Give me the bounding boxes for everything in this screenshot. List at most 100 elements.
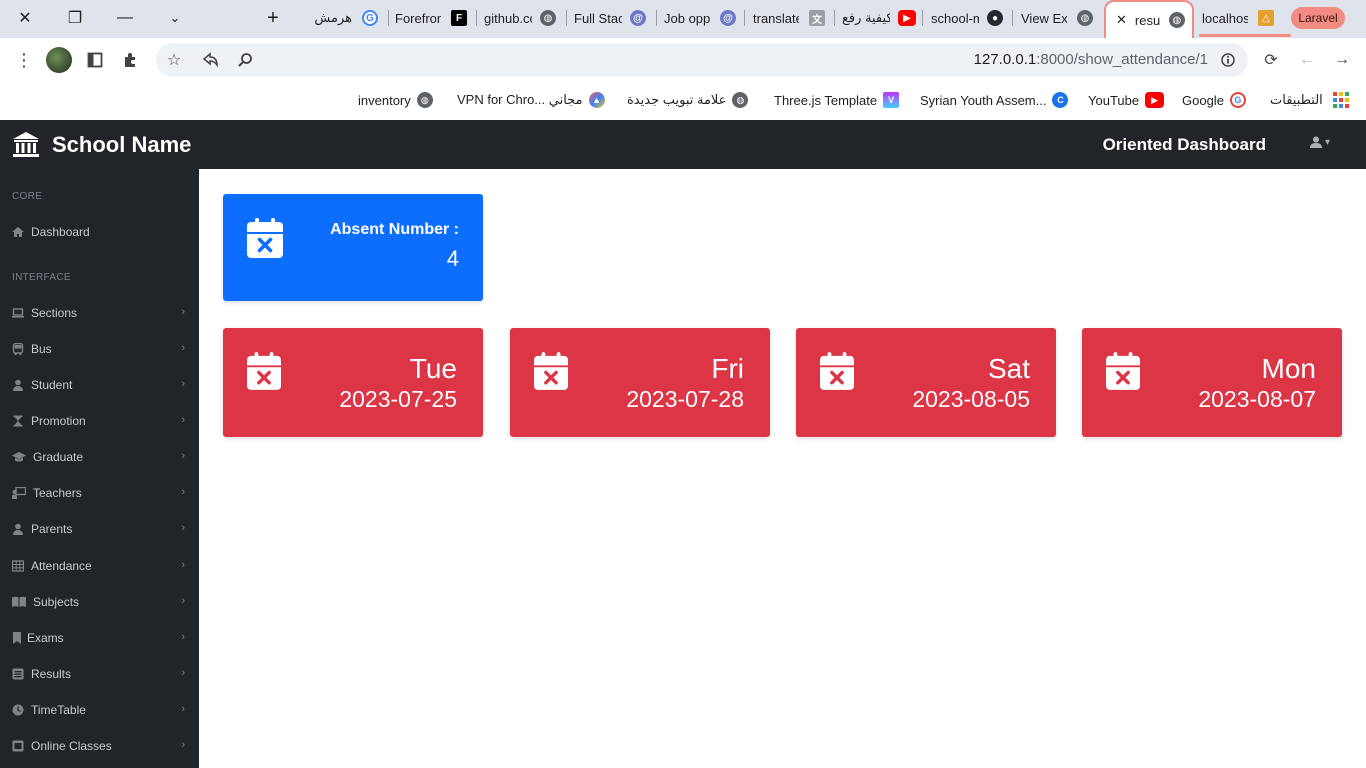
back-arrow-icon[interactable]: ← (1293, 46, 1321, 74)
absent-count-label: Absent Number : (330, 221, 459, 238)
sidebar-item-attendance[interactable]: Attendance › (12, 556, 187, 576)
brand-link[interactable]: School Name (12, 131, 191, 159)
user-icon (12, 379, 24, 391)
sidebar-item-bus[interactable]: Bus › (12, 339, 187, 359)
brand-name: School Name (52, 132, 192, 157)
user-icon (1309, 136, 1322, 148)
sidebar-item-graduate[interactable]: Graduate › (12, 447, 187, 467)
absence-date: 2023-08-07 (1198, 386, 1316, 412)
extensions-puzzle-icon[interactable] (116, 46, 144, 74)
share-icon[interactable] (196, 46, 224, 74)
address-bar[interactable]: ☆ 127.0.0.1:8000/show_attendance/1 (156, 43, 1248, 77)
user-icon (12, 523, 24, 535)
minimize-window-icon[interactable]: — (100, 0, 150, 36)
user-dropdown-toggle[interactable]: ▾ (1309, 136, 1330, 148)
tab-11[interactable]: localhost △ (1202, 0, 1278, 36)
globe-icon: ◍ (416, 92, 433, 108)
absence-card: Fri 2023-07-28 (510, 328, 770, 437)
sidebar-item-exams[interactable]: Exams › (12, 628, 187, 648)
chevron-right-icon: › (181, 450, 185, 462)
github-icon: ● (987, 10, 1003, 26)
calendar-x-icon (534, 352, 568, 390)
chevron-right-icon: › (181, 486, 185, 498)
calendar-x-icon (247, 218, 283, 258)
sidebar-item-student[interactable]: Student › (12, 375, 187, 395)
school-building-icon (13, 132, 39, 157)
url-text[interactable]: 127.0.0.1:8000/show_attendance/1 (974, 51, 1208, 68)
bookmark-label: VPN for Chro... مجاني (457, 92, 583, 107)
sidebar-item-results[interactable]: Results › (12, 664, 187, 684)
tab-1[interactable]: هرمش G (300, 0, 380, 36)
tab-group-laravel[interactable]: Laravel (1291, 7, 1345, 29)
bookmark-inventory[interactable]: inventory ◍ (358, 92, 433, 108)
laravel-logo-icon: △ (1258, 10, 1274, 26)
chevron-right-icon: › (181, 703, 185, 715)
bookmark-apps[interactable]: التطبيقات (1270, 92, 1349, 108)
sidebar-item-parents[interactable]: Parents › (12, 519, 187, 539)
reload-icon[interactable]: ⟳ (1257, 46, 1285, 74)
new-tab-plus-icon[interactable]: + (248, 0, 298, 36)
sidebar-item-label: Dashboard (31, 225, 90, 239)
chevron-right-icon: › (181, 559, 185, 571)
tab-9[interactable]: View Ex ◍ (1021, 0, 1097, 36)
globe-icon: ◍ (1168, 12, 1185, 28)
app-top-navbar: School Name Oriented Dashboard ▾ (0, 120, 1366, 169)
zoom-search-icon[interactable] (231, 46, 259, 74)
browser-tab-strip: ✕ ❐ — ⌄ + هرمش G Forefront F github.com … (0, 0, 1366, 38)
close-window-icon[interactable]: ✕ (0, 0, 50, 36)
tab-10-active[interactable]: ✕ resu ◍ (1104, 0, 1194, 38)
sidebar-item-label: Exams (27, 631, 64, 645)
bookmark-new-tab[interactable]: علامة تبويب جديدة ◍ (627, 92, 749, 108)
caret-down-icon: ▾ (1324, 136, 1330, 148)
absence-day: Sat (987, 353, 1030, 384)
bookmark-label: Syrian Youth Assem... (920, 92, 1047, 108)
sidebar-item-dashboard[interactable]: Dashboard (12, 222, 187, 242)
globe-icon: ◍ (540, 10, 556, 26)
side-panel-icon[interactable] (81, 46, 109, 74)
url-path: :8000/show_attendance/1 (1036, 51, 1208, 68)
book-open-icon (12, 596, 26, 608)
bookmark-star-icon[interactable]: ☆ (160, 46, 188, 74)
bookmark-youtube[interactable]: YouTube ▶ (1088, 92, 1165, 108)
tab-title: كيفية رفع (842, 10, 890, 25)
sidebar-item-online-classes[interactable]: Online Classes › (12, 736, 187, 756)
site-info-icon[interactable] (1214, 46, 1242, 74)
restore-window-icon[interactable]: ❐ (50, 0, 100, 36)
tab-title: localhost (1202, 10, 1248, 26)
profile-avatar[interactable] (45, 46, 73, 74)
sidebar-item-label: Sections (31, 306, 78, 320)
tab-6[interactable]: translate 文 (753, 0, 829, 36)
absence-card: Mon 2023-08-07 (1082, 328, 1342, 437)
tab-8[interactable]: school-m ● (931, 0, 1007, 36)
tab-5[interactable]: Job opp @ (664, 0, 740, 36)
chevron-right-icon: › (181, 522, 185, 534)
sidebar-item-label: Graduate (33, 450, 84, 464)
youtube-icon: ▶ (898, 10, 916, 26)
tab-search-chevron-icon[interactable]: ⌄ (150, 0, 200, 36)
absence-date: 2023-08-05 (912, 386, 1030, 412)
tab-2[interactable]: Forefront F (395, 0, 471, 36)
translate-icon: 文 (809, 10, 825, 26)
bookmark-vpn[interactable]: VPN for Chro... مجاني ▲ (457, 92, 605, 108)
close-tab-icon[interactable]: ✕ (1116, 12, 1127, 28)
tab-4[interactable]: Full Stack @ (574, 0, 650, 36)
sidebar-item-teachers[interactable]: Teachers › (12, 483, 187, 503)
bookmark-syrian-youth[interactable]: Syrian Youth Assem... C (920, 92, 1069, 108)
bookmark-threejs[interactable]: Three.js Template V (774, 92, 900, 108)
sidebar-item-promotion[interactable]: Promotion › (12, 411, 187, 431)
tab-7[interactable]: كيفية رفع ▶ (842, 0, 918, 36)
list-icon (12, 668, 24, 680)
bookmark-google[interactable]: Google G (1182, 92, 1246, 108)
absence-card: Tue 2023-07-25 (223, 328, 483, 437)
tab-3[interactable]: github.com ◍ (484, 0, 560, 36)
sidebar-item-timetable[interactable]: TimeTable › (12, 700, 187, 720)
bookmarks-bar: inventory ◍ VPN for Chro... مجاني ▲ علام… (0, 82, 1366, 120)
laptop-icon (12, 307, 24, 319)
bookmark-label: التطبيقات (1270, 92, 1323, 107)
sidebar-item-sections[interactable]: Sections › (12, 303, 187, 323)
sidebar-item-label: Student (31, 378, 73, 392)
more-menu-icon[interactable]: ⋮ (10, 46, 38, 74)
browser-toolbar: ⋮ ☆ 127.0.0.1:8000/show_attendance/1 ⟳ ←… (0, 38, 1366, 82)
forward-arrow-icon[interactable]: → (1328, 46, 1356, 74)
sidebar-item-subjects[interactable]: Subjects › (12, 592, 187, 612)
